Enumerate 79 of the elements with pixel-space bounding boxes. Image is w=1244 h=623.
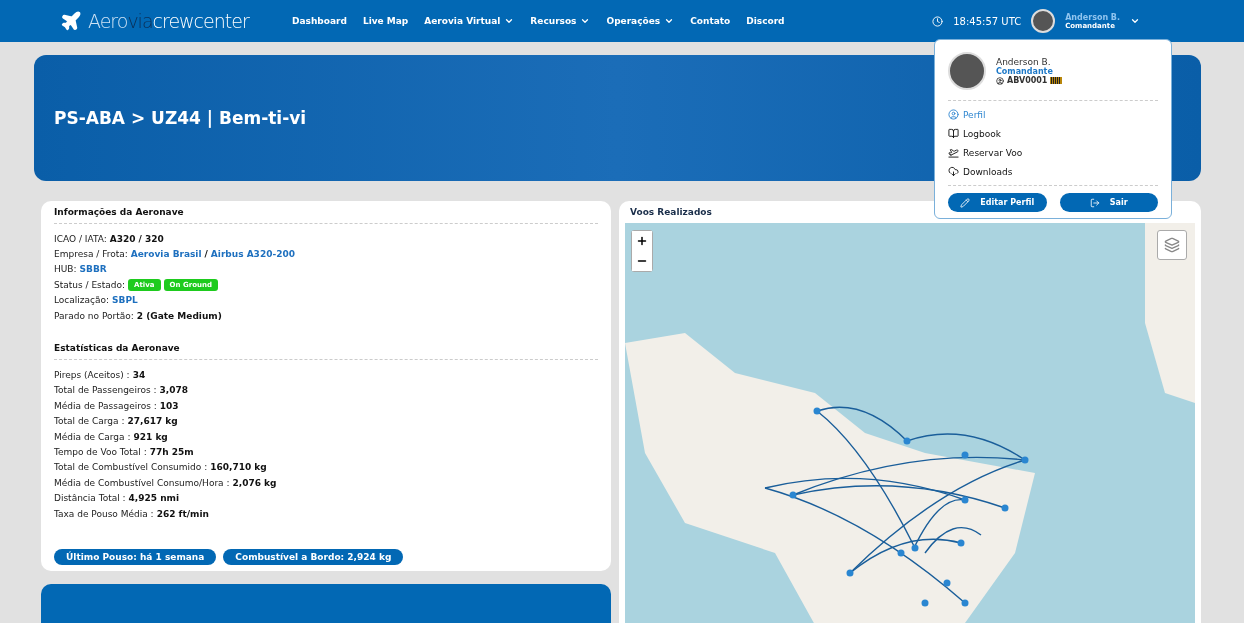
pencil-icon (960, 197, 971, 208)
field-label: Tempo de Voo Total : (54, 447, 147, 457)
field-label: HUB: (54, 264, 77, 275)
menu-item-icon (948, 109, 959, 120)
user-rank: Comandante (996, 67, 1054, 76)
user-name: Anderson B. (996, 57, 1052, 67)
field-value: 2 (Gate Medium) (136, 310, 222, 321)
layers-icon (1164, 237, 1180, 253)
field-label: Parado no Portão: (54, 310, 134, 321)
field-value: 34 (132, 370, 146, 381)
card-title: Voos Realizados (629, 207, 713, 217)
menu-item-icon (948, 128, 959, 139)
clock-icon (932, 15, 944, 27)
nav-link[interactable]: Live Map (362, 16, 409, 26)
rank-stripes-icon (1050, 77, 1063, 84)
field-value: 27,617 kg (127, 416, 178, 427)
nav-link[interactable]: Aerovia Virtual (424, 16, 515, 26)
field-value: A320 / 320 (109, 233, 164, 244)
field-label: Total de Carga : (54, 416, 125, 427)
separator: / (204, 249, 208, 260)
card-title: Estatísticas da Aeronave (54, 343, 598, 361)
field-value: 3,078 (159, 385, 188, 396)
info-pill: Último Pouso: há 1 semana (54, 549, 217, 566)
info-pill: Combustível a Bordo: 2,924 kg (223, 549, 404, 566)
avatar-placeholder (948, 52, 986, 90)
value-link[interactable]: Aerovia Brasil (130, 249, 202, 260)
nav-link[interactable]: Recursos (530, 16, 591, 26)
field-label: Status / Estado: (54, 279, 126, 290)
field-value: 921 kg (133, 431, 168, 442)
value-link[interactable]: SBPL (112, 295, 138, 306)
value-link[interactable]: Airbus A320-200 (210, 249, 295, 260)
menu-item-icon (948, 147, 959, 158)
field-label: Distância Total : (54, 493, 126, 504)
logo-text: Aero (88, 10, 128, 32)
hero-title: PS-ABA > UZ44 | Bem-ti-vi (54, 108, 307, 128)
menu-item[interactable]: Downloads (948, 166, 1158, 177)
field-label: Pireps (Aceitos) : (54, 370, 130, 381)
field-label: Localização: (54, 295, 110, 306)
menu-item[interactable]: Reservar Voo (948, 147, 1158, 158)
airplane-logo-icon (60, 10, 82, 32)
field-label: Total de Combustível Consumido : (54, 462, 208, 473)
field-label: Empresa / Frota: (54, 249, 128, 260)
field-label: Média de Carga : (54, 431, 131, 442)
edit-profile-button[interactable]: Editar Perfil (948, 193, 1047, 212)
logo-text: crewcenter (152, 10, 249, 32)
logout-button[interactable]: Sair (1059, 193, 1158, 212)
nav-link[interactable]: Discord (746, 16, 785, 26)
menu-item-icon (948, 166, 959, 177)
field-value: 2,076 kg (232, 477, 277, 488)
value-link[interactable]: SBBR (79, 264, 107, 275)
field-label: ICAO / IATA: (54, 233, 107, 244)
layers-button[interactable] (1157, 230, 1187, 260)
logo-text: via (127, 10, 153, 32)
menu-item[interactable]: Logbook (948, 128, 1158, 139)
user-name[interactable]: Anderson B. (1065, 12, 1120, 22)
field-value: 262 ft/min (156, 508, 209, 519)
caret-icon (664, 16, 675, 26)
field-label: Média de Passageiros : (54, 400, 157, 411)
caret-icon (504, 16, 515, 26)
avatar-placeholder[interactable] (1031, 9, 1056, 33)
logout-icon (1089, 197, 1100, 208)
field-value: 160,710 kg (210, 462, 267, 473)
clock-time: 18:45:57 UTC (953, 15, 1022, 27)
card-title: Informações da Aeronave (54, 207, 598, 224)
field-label: Taxa de Pouso Média : (54, 508, 154, 519)
caret-icon[interactable] (1130, 16, 1140, 26)
menu-item[interactable]: Perfil (948, 109, 1158, 120)
user-icon (996, 76, 1004, 85)
nav-link[interactable]: Dashboard (292, 16, 347, 26)
pilot-id: ABV0001 (1007, 76, 1048, 85)
nav-link[interactable]: Operações (606, 16, 675, 26)
field-value: 4,925 nmi (128, 493, 180, 504)
caret-icon (580, 16, 591, 26)
nav-link[interactable]: Contato (690, 16, 731, 26)
field-label: Total de Passengeiros : (54, 385, 157, 396)
field-label: Média de Combustível Consumo/Hora : (54, 477, 230, 488)
plus-icon (636, 235, 648, 247)
field-value: 77h 25m (149, 447, 194, 457)
field-value: 103 (159, 400, 179, 411)
